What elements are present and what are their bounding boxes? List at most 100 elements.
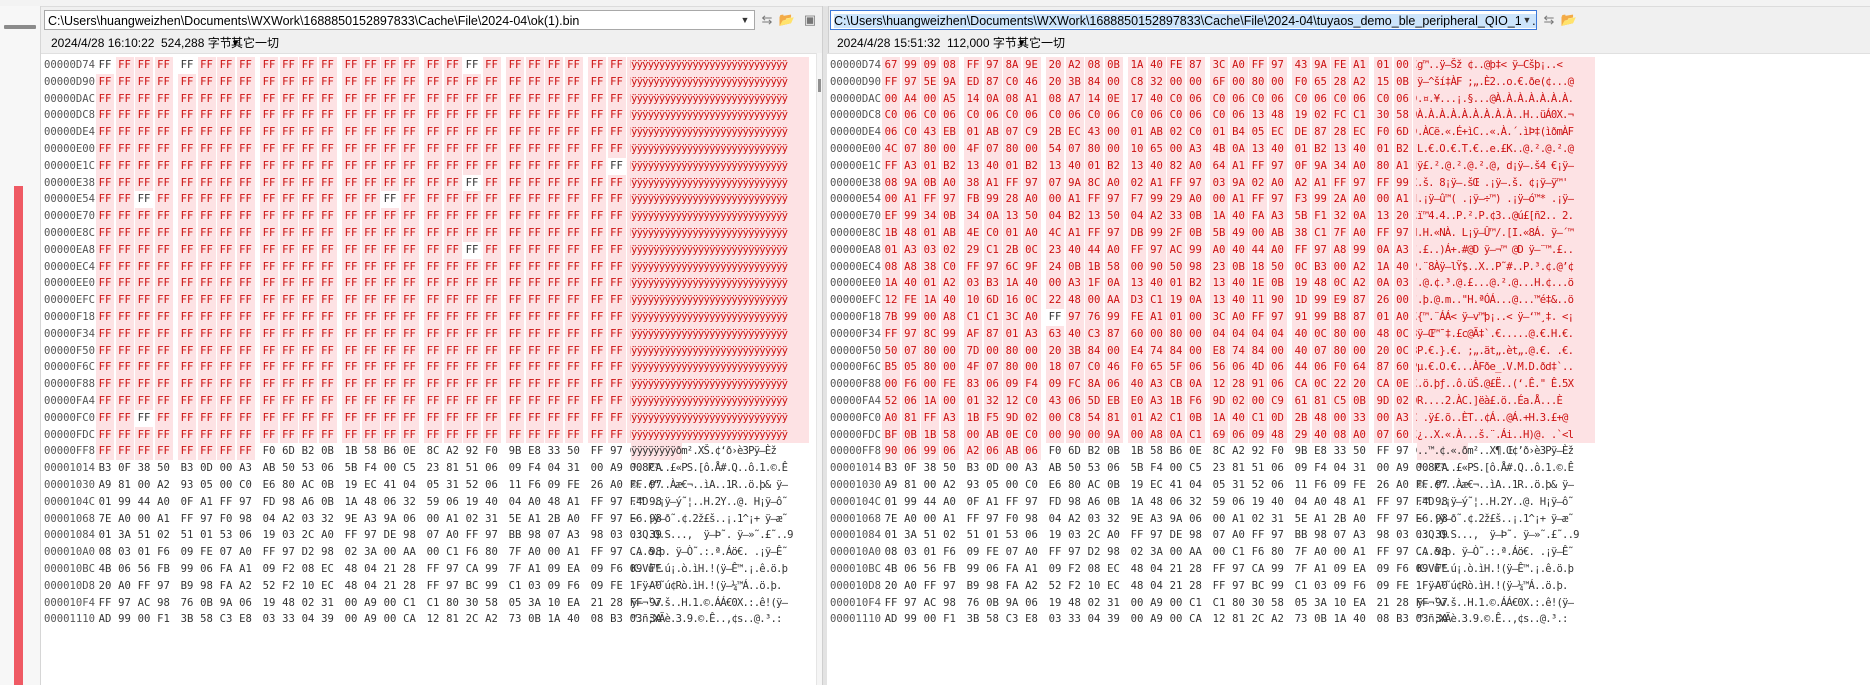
hex-byte: 92 [465,445,479,458]
hex-byte: 03 [282,529,295,542]
hex-byte: 06 [904,563,917,575]
hex-byte: FF [115,292,134,309]
hex-byte: 97 [1396,445,1409,458]
hex-byte: 23 [426,462,440,475]
hex-byte: 13 [1249,141,1267,158]
left-file-date: 2024/4/28 16:10:22 [51,36,155,50]
ascii-text: ÿÿÿÿÿÿÿÿÿÿÿÿÿÿÿÿÿÿÿÿÿÿÿÿÿÿÿÿ [631,143,788,155]
swap-icon[interactable]: ⇆ [758,11,776,29]
hex-byte: FF [607,225,626,242]
hex-byte: AD [98,613,112,626]
hex-byte: 97 [1268,157,1287,175]
hex-byte: FF [1249,191,1267,209]
hex-byte: 02 [1393,393,1412,410]
hex-byte: A8 [1331,241,1349,259]
folder-open-icon[interactable]: 📂 [778,11,796,29]
hex-byte: FF [318,393,337,410]
hex-byte: 74 [1147,342,1166,360]
hex-byte: 06 [485,462,498,475]
hex-byte: FF [506,191,524,209]
hex-byte: 58 [1393,107,1412,125]
hex-byte: FF [279,124,298,141]
hex-byte: F6 [1396,563,1409,575]
hex-byte: 01 [1085,157,1103,175]
hex-byte: 1A [1210,208,1228,225]
hex-byte: 9A [1005,596,1019,609]
hex-byte: FF [197,157,216,175]
folder-open-icon[interactable]: 📂 [1560,11,1578,29]
hex-byte: 65 [1311,73,1330,91]
hex-byte: 00 [137,479,151,491]
hex-byte: FF [260,241,278,259]
right-path-combobox[interactable]: C:\Users\huangweizhen\Documents\WXWork\1… [830,10,1537,30]
hex-byte: FF [506,124,524,141]
left-hex-view[interactable]: 00000D74 FF FF FF FF FF FF FF FF FF FF FF FF FF FF FF FF… [41,53,822,685]
hex-byte: A2 [1271,613,1284,626]
hex-byte: 43 [1046,393,1064,410]
right-hex-view[interactable]: 00000D74 67 99 09 08 FF 97 8A 9E 20 A2 08 0B 1A 40 FE 87… [827,53,1870,685]
hex-byte: C1 [964,309,982,326]
hex-byte: 04 [364,579,377,592]
hex-byte: 48 [1130,579,1144,592]
hex-byte: FF [443,309,462,326]
swap-icon[interactable]: ⇆ [1540,11,1558,29]
save-icon[interactable]: ▣ [801,11,819,29]
left-path-combobox[interactable]: C:\Users\huangweizhen\Documents\WXWork\1… [44,10,755,30]
hex-byte: 33 [547,445,561,458]
hex-byte: FF [588,292,606,309]
hex-byte: FF [115,409,134,427]
hex-byte: FF [178,225,196,242]
chevron-down-icon[interactable]: ▼ [739,14,751,26]
hex-byte: 97 [1311,241,1330,259]
row-address: 00000E70 [830,210,882,223]
hex-byte: FF [400,73,419,91]
hex-byte: 32 [1189,495,1202,508]
hex-byte: 97 [1396,512,1409,525]
hex-byte: FF [96,208,114,225]
hex-byte: F4 [1314,462,1327,475]
hex-byte: FF [424,258,442,276]
hex-byte: 53 [1087,462,1101,475]
hex-byte: 09 [590,579,604,592]
diff-overview-pane[interactable] [0,6,41,685]
hex-byte: 97 [446,563,459,575]
hex-byte: 06 [485,479,498,491]
hex-byte: FF [115,325,134,343]
hex-byte: 87 [1311,124,1330,141]
hex-byte: FB [157,563,170,575]
hex-byte: 43 [921,124,939,141]
hex-byte: 0B [1186,225,1205,242]
hex-byte: 09 [547,479,561,491]
hex-byte: AC [923,596,937,609]
hex-byte: 07 [1046,174,1064,192]
hex-byte: A0 [882,409,900,427]
chevron-down-icon[interactable]: ▼ [1521,14,1533,26]
hex-byte: 02 [1130,546,1144,559]
hex-row: 00000FF8 90 06 99 06 A2 06 AB 06 F0 6D B2 0B 1B 58 B6 0E… [827,443,1870,461]
hex-byte: FF [1048,311,1062,323]
hex-byte: FF [260,225,278,242]
hex-byte: FF [882,157,900,175]
hex-byte: 99 [904,495,917,508]
hex-byte: FF [236,208,255,225]
hex-byte: A0 [1314,546,1327,559]
hex-byte: C0 [1292,90,1310,108]
hex-byte: 33 [1350,409,1369,427]
hex-byte: 01 [882,241,900,259]
hex-byte: 06 [1147,107,1166,125]
hex-byte: A1 [901,191,920,209]
overview-viewport-marker[interactable] [4,25,36,29]
hex-byte: FF [463,107,481,125]
hex-byte: 40 [1229,275,1248,293]
hex-byte: FF [443,208,462,225]
hex-byte: 50 [157,462,170,475]
hex-byte: A0 [1353,512,1366,525]
hex-byte: C1 [403,596,416,609]
hex-byte: A0 [904,579,917,592]
hex-byte: 07 [1003,124,1021,141]
hex-byte: 40 [1311,426,1330,444]
right-file-size: 112,000 字节 [947,36,1017,50]
hex-byte: 1B [921,426,939,444]
left-scroll-thumb[interactable] [818,79,821,92]
ascii-text: ÿÿÿÿÿÿÿÿÿÿÿÿÿÿÿÿÿÿÿÿÿÿÿÿÿÿÿÿ [631,176,788,189]
